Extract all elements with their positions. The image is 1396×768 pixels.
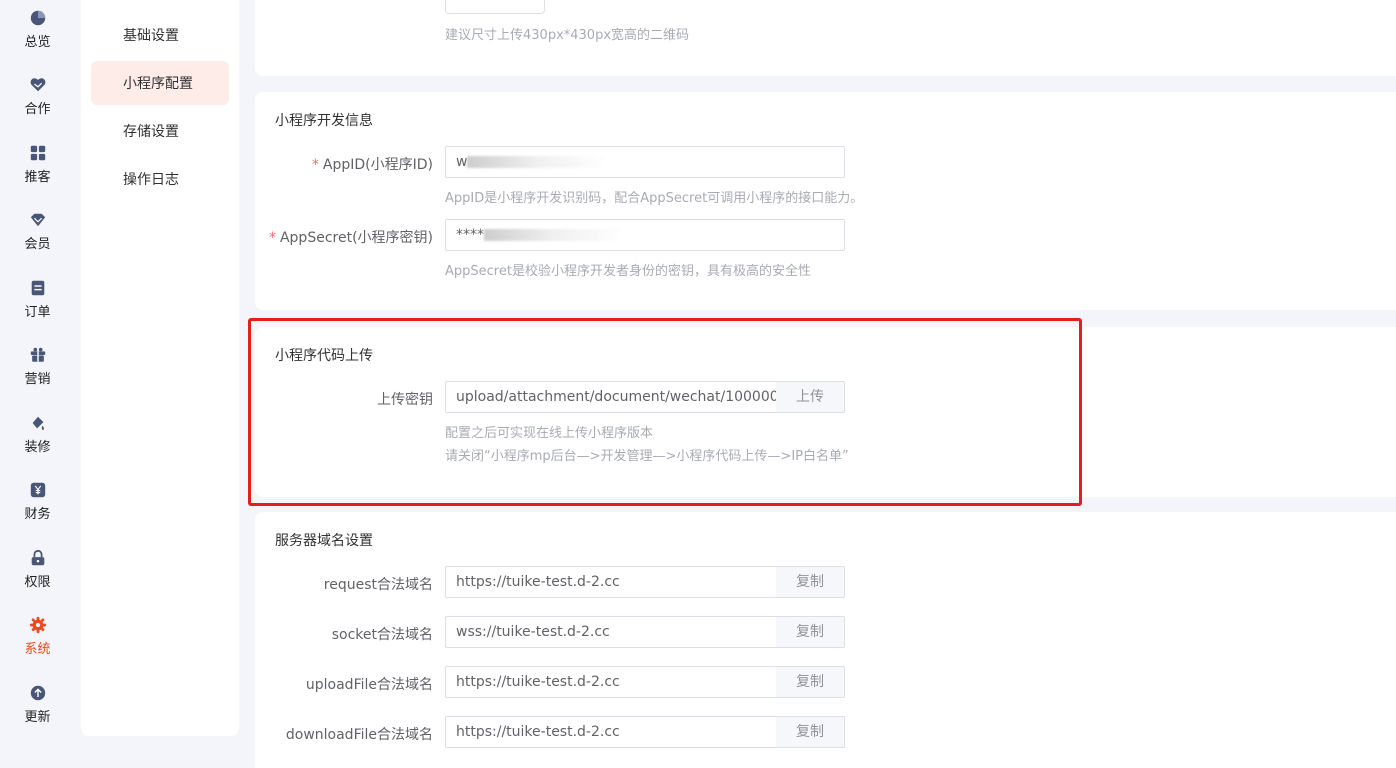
nav-item-decoration[interactable]: 装修 xyxy=(0,413,75,473)
downloadfile-domain-label: downloadFile合法域名 xyxy=(285,727,433,743)
nav-item-label: 合作 xyxy=(24,102,51,117)
dev-info-card: 小程序开发信息 * AppID(小程序ID) w AppID是小程序开发识别码，配… xyxy=(255,92,1396,310)
socket-domain-label: socket合法域名 xyxy=(331,627,433,643)
appid-input[interactable]: w xyxy=(445,146,845,178)
nav-item-label: 推客 xyxy=(24,170,51,185)
qrcode-upload-box[interactable] xyxy=(445,0,545,14)
redacted-value xyxy=(484,229,624,241)
uploadfile-domain-label: uploadFile合法域名 xyxy=(305,677,433,693)
submenu-item-basic-settings[interactable]: 基础设置 xyxy=(91,13,229,57)
submenu-item-storage-settings[interactable]: 存储设置 xyxy=(91,109,229,153)
appid-hint: AppID是小程序开发识别码，配合AppSecret可调用小程序的接口能力。 xyxy=(445,191,864,206)
copy-button[interactable]: 复制 xyxy=(776,566,845,598)
yen-icon xyxy=(28,480,48,500)
nav-item-update[interactable]: 更新 xyxy=(0,683,75,743)
main-nav-rail: 总览 合作 推客 会员 订单 营销 装修 财务 权限 系统 更新 xyxy=(0,0,75,768)
upload-hint-1: 配置之后可实现在线上传小程序版本 xyxy=(445,426,654,441)
code-upload-card: 小程序代码上传 上传密钥 upload/attachment/document/… xyxy=(255,327,1396,497)
grid-icon xyxy=(28,143,48,163)
server-domain-card: 服务器域名设置 request合法域名 https://tuike-test.d… xyxy=(255,512,1396,768)
pie-chart-icon xyxy=(28,8,48,28)
nav-item-label: 营销 xyxy=(24,372,51,387)
upload-hint-2: 请关闭“小程序mp后台—>开发管理—>小程序代码上传—>IP白名单” xyxy=(445,449,849,464)
gear-icon xyxy=(28,615,48,635)
handshake-icon xyxy=(28,75,48,95)
appsecret-hint: AppSecret是校验小程序开发者身份的密钥，具有极高的安全性 xyxy=(445,264,811,279)
copy-button[interactable]: 复制 xyxy=(776,666,845,698)
nav-item-label: 总览 xyxy=(24,35,51,50)
arrow-up-circle-icon xyxy=(28,683,48,703)
socket-domain-input[interactable]: wss://tuike-test.d-2.cc xyxy=(445,616,777,648)
downloadfile-domain-input[interactable]: https://tuike-test.d-2.cc xyxy=(445,716,777,748)
nav-item-label: 装修 xyxy=(24,440,51,455)
upload-key-input[interactable]: upload/attachment/document/wechat/100000… xyxy=(445,381,777,413)
uploadfile-domain-input[interactable]: https://tuike-test.d-2.cc xyxy=(445,666,777,698)
nav-item-label: 更新 xyxy=(24,710,51,725)
submenu-item-miniprogram-config[interactable]: 小程序配置 xyxy=(91,61,229,105)
nav-item-overview[interactable]: 总览 xyxy=(0,8,75,68)
nav-item-member[interactable]: 会员 xyxy=(0,210,75,270)
diamond-icon xyxy=(28,210,48,230)
paint-brush-icon xyxy=(28,413,48,433)
appsecret-label: * AppSecret(小程序密钥) xyxy=(268,230,433,246)
nav-item-finance[interactable]: 财务 xyxy=(0,480,75,540)
section-title: 服务器域名设置 xyxy=(275,533,373,549)
redacted-value xyxy=(467,156,608,168)
appid-label: * AppID(小程序ID) xyxy=(311,157,433,173)
nav-item-label: 系统 xyxy=(24,642,51,657)
settings-submenu: 基础设置 小程序配置 存储设置 操作日志 xyxy=(81,0,239,736)
section-title: 小程序代码上传 xyxy=(275,348,373,364)
section-title: 小程序开发信息 xyxy=(275,113,373,129)
upload-key-label: 上传密钥 xyxy=(377,392,433,408)
nav-item-label: 会员 xyxy=(24,237,51,252)
nav-item-cooperation[interactable]: 合作 xyxy=(0,75,75,135)
nav-item-permission[interactable]: 权限 xyxy=(0,548,75,608)
request-domain-label: request合法域名 xyxy=(323,577,433,593)
copy-button[interactable]: 复制 xyxy=(776,616,845,648)
nav-item-promoter[interactable]: 推客 xyxy=(0,143,75,203)
qrcode-hint: 建议尺寸上传430px*430px宽高的二维码 xyxy=(445,28,690,43)
submenu-item-operation-log[interactable]: 操作日志 xyxy=(91,157,229,201)
nav-item-label: 权限 xyxy=(24,575,51,590)
nav-item-label: 订单 xyxy=(24,305,51,320)
gift-icon xyxy=(28,345,48,365)
appsecret-input[interactable]: **** xyxy=(445,219,845,251)
lock-icon xyxy=(28,548,48,568)
nav-item-label: 财务 xyxy=(24,507,51,522)
nav-item-orders[interactable]: 订单 xyxy=(0,278,75,338)
request-domain-input[interactable]: https://tuike-test.d-2.cc xyxy=(445,566,777,598)
nav-item-system[interactable]: 系统 xyxy=(0,615,75,675)
nav-item-marketing[interactable]: 营销 xyxy=(0,345,75,405)
upload-button[interactable]: 上传 xyxy=(776,381,845,413)
copy-button[interactable]: 复制 xyxy=(776,716,845,748)
qrcode-card: 建议尺寸上传430px*430px宽高的二维码 xyxy=(255,0,1396,76)
document-icon xyxy=(28,278,48,298)
